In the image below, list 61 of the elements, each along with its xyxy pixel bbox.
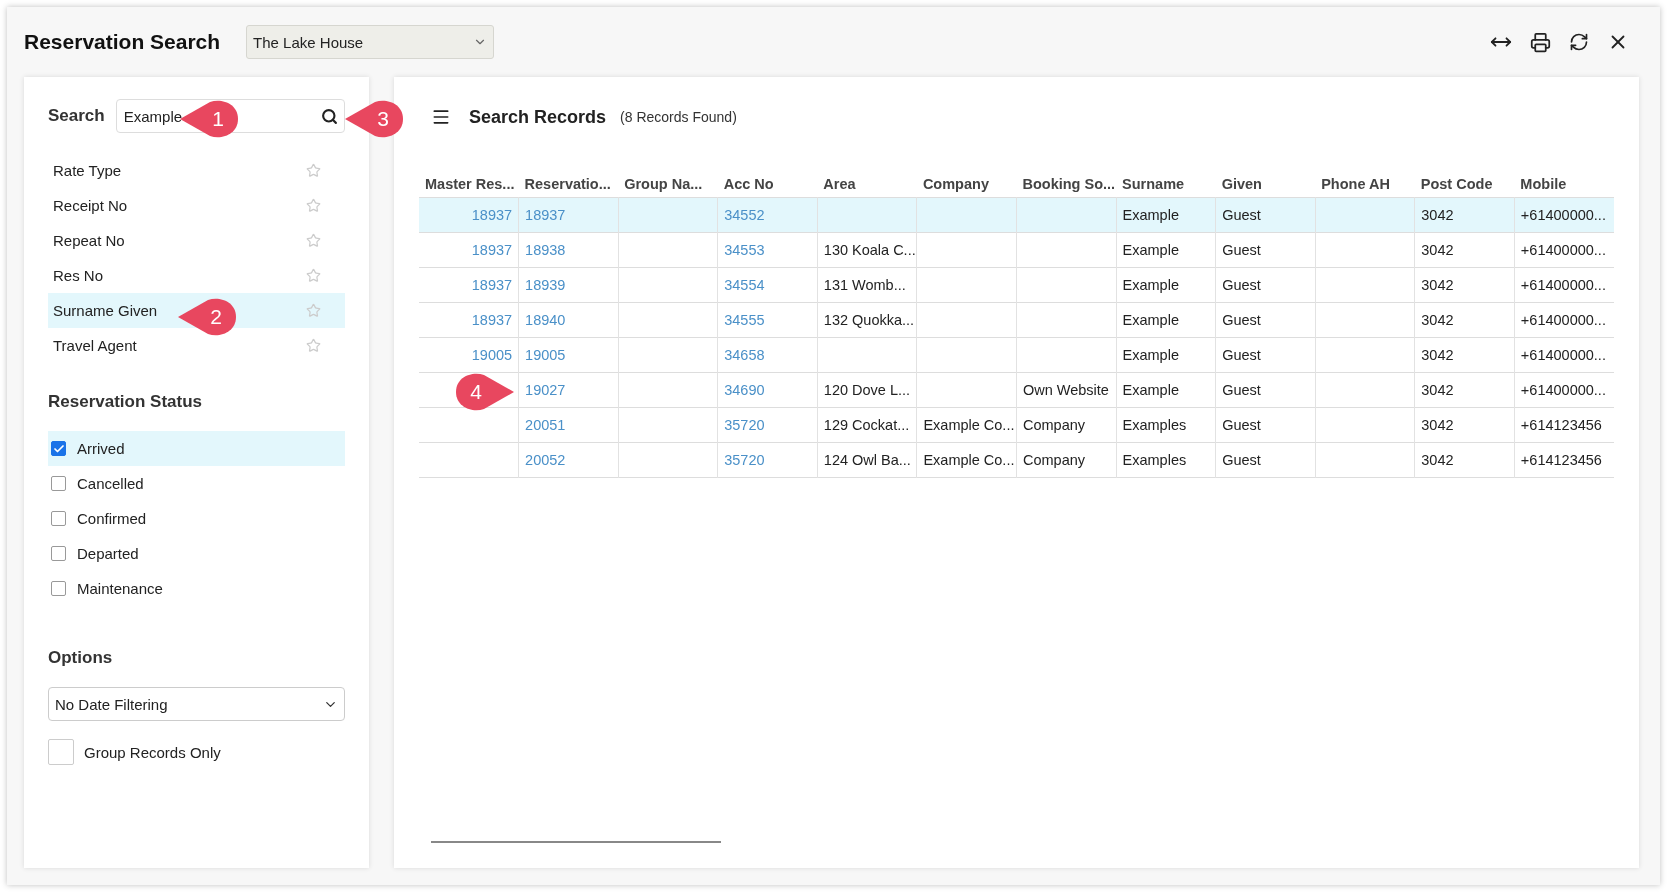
table-cell: Guest	[1215, 337, 1316, 373]
table-cell: Guest	[1215, 442, 1316, 478]
table-cell: Guest	[1215, 302, 1316, 338]
option-label: Receipt No	[53, 197, 128, 214]
table-cell: +614123456	[1514, 407, 1614, 443]
table-cell: Own Website	[1016, 372, 1117, 408]
table-cell: +614123456	[1514, 442, 1614, 478]
search-label: Search	[48, 106, 105, 126]
option-label: Res No	[53, 267, 104, 284]
record-count: (8 Records Found)	[620, 109, 737, 125]
table-cell: Example	[1116, 267, 1216, 303]
table-cell: 124 Owl Ba...	[817, 442, 917, 478]
section-heading: Reservation Status	[48, 392, 203, 412]
status-label: Arrived	[77, 440, 125, 457]
table-cell: 3042	[1414, 337, 1515, 373]
table-cell: 131 Womb...	[817, 267, 917, 303]
table-cell: Example	[1116, 197, 1216, 233]
table-cell: +61400000...	[1514, 197, 1614, 233]
table-cell: Example	[1116, 232, 1216, 268]
table-cell: 3042	[1414, 267, 1515, 303]
table-cell: Example Co...	[916, 442, 1017, 478]
table-cell: 132 Quokka...	[817, 302, 917, 338]
table-cell: +61400000...	[1514, 372, 1614, 408]
table-cell: Guest	[1215, 407, 1316, 443]
option-label: Surname Given	[53, 302, 158, 319]
option-label: Travel Agent	[53, 337, 137, 354]
table-cell: Company	[1016, 407, 1117, 443]
status-label: Maintenance	[77, 580, 163, 597]
panel-title: Search Records	[469, 106, 607, 128]
table-cell: Company	[1016, 442, 1117, 478]
table-cell: 3042	[1414, 197, 1515, 233]
table-cell: 3042	[1414, 442, 1515, 478]
checkbox-label: Group Records Only	[84, 743, 221, 761]
table-cell: Guest	[1215, 267, 1316, 303]
status-label: Confirmed	[77, 510, 147, 527]
option-label: Repeat No	[53, 232, 125, 249]
table-cell: Example	[1116, 372, 1216, 408]
table-cell: Example	[1116, 302, 1216, 338]
table-cell: Guest	[1215, 197, 1316, 233]
table-cell: +61400000...	[1514, 302, 1614, 338]
table-cell: Examples	[1116, 407, 1216, 443]
table-cell: +61400000...	[1514, 267, 1614, 303]
table-cell: Guest	[1215, 232, 1316, 268]
status-label: Departed	[77, 545, 139, 562]
table-cell: +61400000...	[1514, 337, 1614, 373]
table-cell: Example Co...	[916, 407, 1017, 443]
table-cell: 3042	[1414, 407, 1515, 443]
table-cell: +61400000...	[1514, 232, 1614, 268]
table-cell: 3042	[1414, 372, 1515, 408]
table-cell: Example	[1116, 337, 1216, 373]
option-label: Rate Type	[53, 162, 122, 179]
section-heading: Options	[48, 648, 114, 668]
status-label: Cancelled	[77, 475, 144, 492]
table-cell: 130 Koala C...	[817, 232, 917, 268]
table-cell: Examples	[1116, 442, 1216, 478]
table-cell: 129 Cockat...	[817, 407, 917, 443]
window-title: Reservation Search	[24, 30, 221, 54]
table-cell: 3042	[1414, 302, 1515, 338]
table-cell: Guest	[1215, 372, 1316, 408]
table-cell: 3042	[1414, 232, 1515, 268]
table-cell: 120 Dove L...	[817, 372, 917, 408]
